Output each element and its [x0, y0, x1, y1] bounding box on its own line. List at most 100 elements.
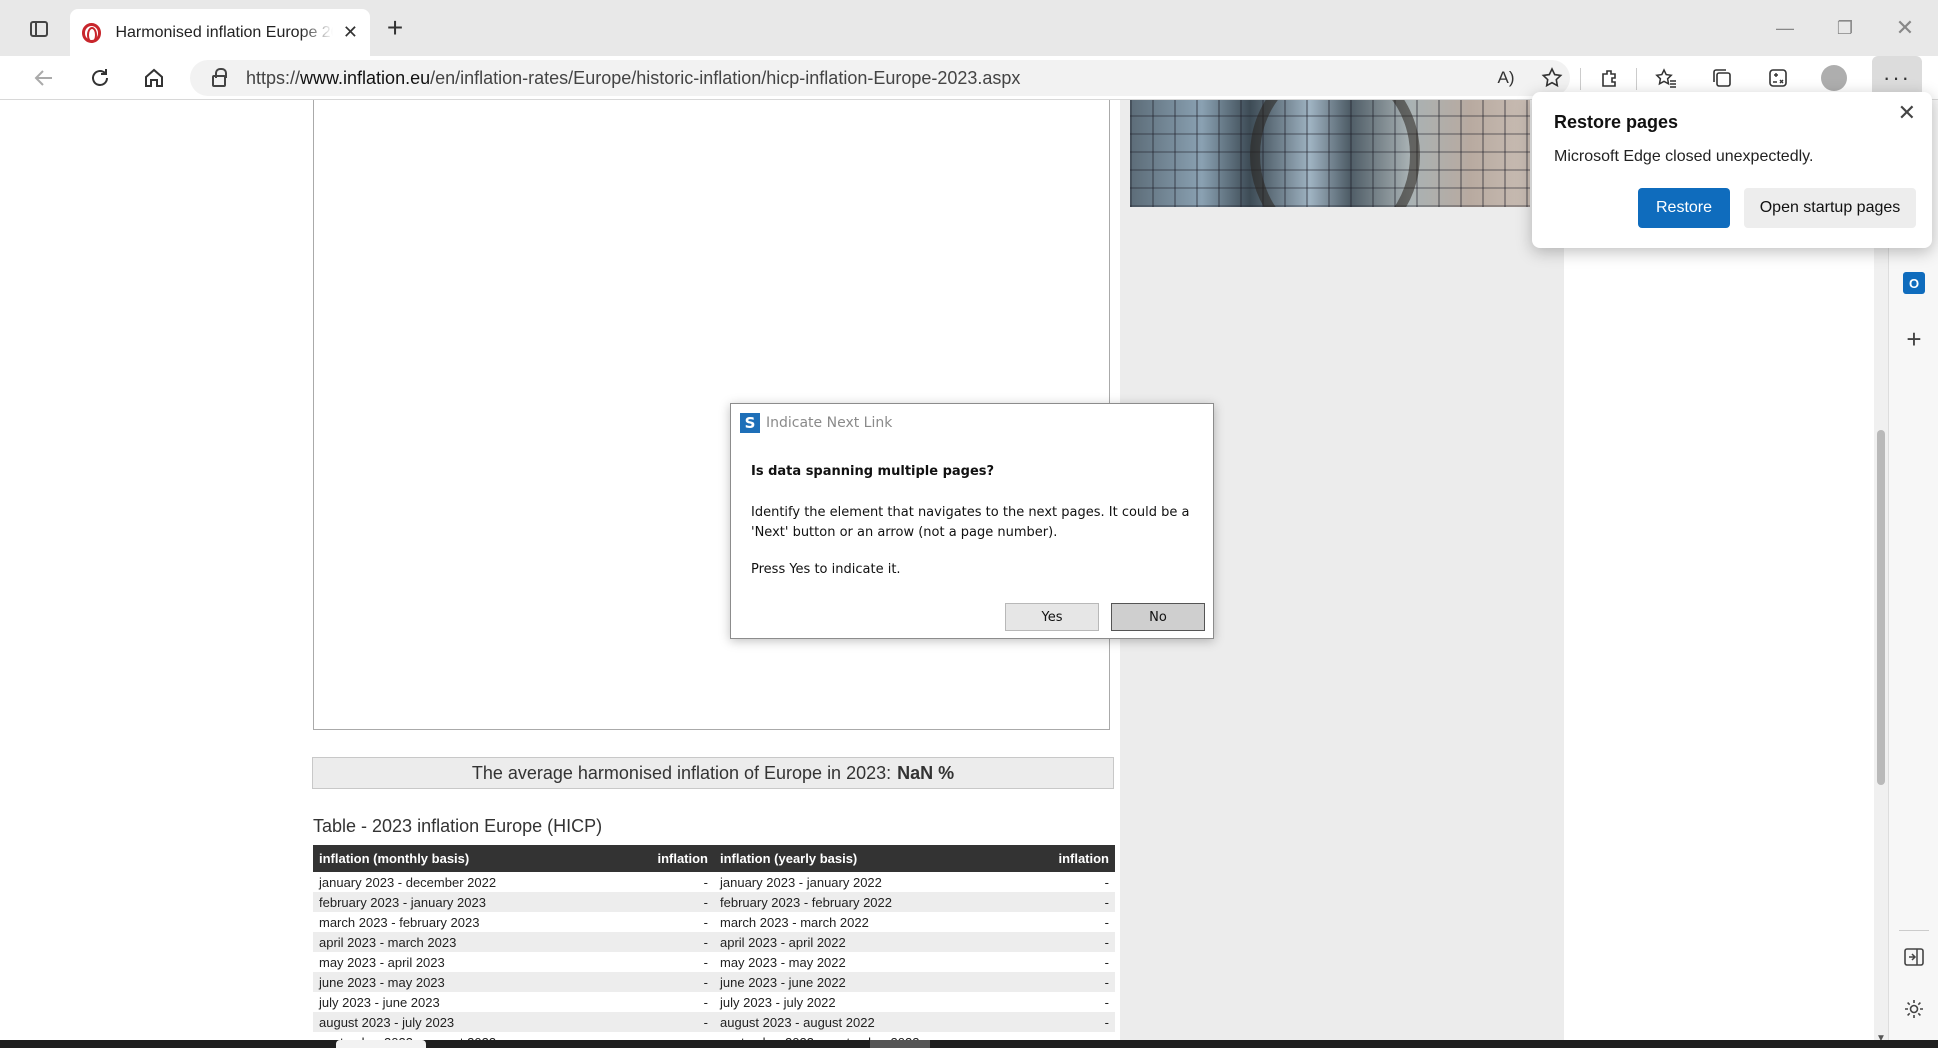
monthly-inflation-cell: - — [568, 932, 714, 952]
add-sidebar-app-button[interactable]: + — [1897, 322, 1931, 356]
restore-message: Microsoft Edge closed unexpectedly. — [1554, 148, 1814, 165]
monthly-period-cell: february 2023 - january 2023 — [313, 892, 568, 912]
yearly-period-cell: august 2023 - august 2022 — [714, 1012, 969, 1032]
yearly-inflation-cell: - — [1104, 994, 1109, 1010]
url-domain: www.inflation.eu — [300, 67, 431, 88]
average-inflation-banner: The average harmonised inflation of Euro… — [312, 757, 1114, 789]
monthly-period-cell: january 2023 - december 2022 — [319, 874, 497, 890]
monthly-period-cell: may 2023 - april 2023 — [319, 954, 445, 970]
tab-close-icon[interactable]: ✕ — [343, 22, 358, 43]
indicate-next-link-dialog: S Indicate Next Link Is data spanning mu… — [730, 403, 1214, 639]
restore-pages-popup: ✕ Restore pages Microsoft Edge closed un… — [1532, 92, 1932, 248]
dialog-titlebar[interactable]: S Indicate Next Link — [731, 404, 1213, 442]
tab-title: Harmonised inflation Europe 2023 — [115, 23, 332, 41]
table-row: march 2023 - february 2023- march 2023 - … — [313, 912, 1115, 932]
studio-logo-icon: S — [740, 413, 760, 433]
yearly-inflation-cell: - — [969, 972, 1115, 992]
inflation-eu-favicon-icon — [82, 22, 102, 43]
table-row: may 2023 - april 2023 - may 2023 - may 202… — [313, 952, 1115, 972]
favorites-icon[interactable] — [1648, 60, 1684, 96]
table-row: february 2023 - january 2023- february 20… — [313, 892, 1115, 912]
inflation-table: inflation (monthly basis) inflation infl… — [313, 845, 1115, 1044]
monthly-period-cell: july 2023 - june 2023 — [319, 994, 440, 1010]
column-header-yearly: inflation (yearly basis) — [714, 845, 969, 872]
monthly-period-cell: april 2023 - march 2023 — [313, 932, 568, 952]
close-window-button[interactable]: ✕ — [1882, 10, 1928, 46]
outlook-sidebar-button[interactable]: O — [1897, 266, 1931, 300]
average-value: NaN % — [897, 762, 955, 783]
monthly-period-cell: june 2023 - may 2023 — [313, 972, 568, 992]
monthly-inflation-cell: - — [703, 994, 708, 1010]
new-tab-button[interactable]: + — [378, 12, 412, 46]
restore-title: Restore pages — [1554, 112, 1679, 132]
math-solver-icon[interactable] — [1760, 60, 1796, 96]
scrollbar-thumb[interactable] — [1877, 430, 1885, 785]
tab-actions-icon — [30, 21, 48, 37]
dialog-title: Indicate Next Link — [766, 415, 893, 431]
table-row: january 2023 - december 2022- january 202… — [313, 872, 1115, 892]
hide-sidebar-icon[interactable] — [1897, 940, 1931, 974]
table-row: april 2023 - march 2023- april 2023 - apr… — [313, 932, 1115, 952]
yearly-inflation-cell: - — [969, 1012, 1115, 1032]
no-button[interactable]: No — [1111, 603, 1205, 631]
monthly-inflation-cell: - — [703, 914, 708, 930]
maximize-button[interactable]: ❐ — [1822, 10, 1868, 46]
yearly-inflation-cell: - — [969, 892, 1115, 912]
add-favorite-star-icon[interactable] — [1534, 60, 1570, 96]
column-header-monthly: inflation (monthly basis) — [313, 845, 568, 872]
table-header-row: inflation (monthly basis) inflation infl… — [313, 845, 1115, 872]
address-bar[interactable]: https://www.inflation.eu/en/inflation-ra… — [190, 60, 1570, 96]
monthly-period-cell: march 2023 - february 2023 — [319, 914, 480, 930]
monthly-inflation-cell: - — [568, 972, 714, 992]
monthly-inflation-cell: - — [703, 954, 708, 970]
close-icon[interactable]: ✕ — [1898, 100, 1916, 126]
refresh-icon[interactable] — [82, 60, 118, 96]
sidebar-divider — [1899, 930, 1929, 931]
table-row: july 2023 - june 2023- july 2023 - july 2… — [313, 992, 1115, 1012]
table-title: Table - 2023 inflation Europe (HICP) — [313, 816, 603, 836]
sidebar-settings-gear-icon[interactable] — [1897, 992, 1931, 1026]
toolbar-divider — [1636, 68, 1637, 90]
monthly-inflation-cell: - — [568, 892, 714, 912]
minimize-button[interactable]: — — [1762, 10, 1808, 46]
lock-icon[interactable] — [212, 68, 227, 87]
photo-arch — [1250, 100, 1420, 207]
profile-button[interactable] — [1816, 60, 1852, 96]
yearly-period-cell: may 2023 - may 2022 — [720, 954, 846, 970]
restore-button[interactable]: Restore — [1638, 188, 1730, 228]
url-text[interactable]: https://www.inflation.eu/en/inflation-ra… — [246, 68, 1020, 89]
yearly-period-cell: july 2023 - july 2022 — [720, 994, 836, 1010]
collections-icon[interactable] — [1704, 60, 1740, 96]
dialog-question: Is data spanning multiple pages? — [751, 464, 995, 479]
taskbar-strip — [0, 1040, 1938, 1048]
tab-actions-button[interactable] — [22, 14, 56, 44]
yearly-inflation-cell: - — [1104, 874, 1109, 890]
extensions-puzzle-icon[interactable] — [1592, 60, 1628, 96]
open-startup-pages-button[interactable]: Open startup pages — [1744, 188, 1916, 228]
tab-strip: Harmonised inflation Europe 2023 ✕ + — ❐… — [0, 0, 1938, 56]
read-aloud-icon[interactable]: A) — [1488, 60, 1524, 96]
avatar — [1821, 65, 1847, 91]
toolbar-divider — [1580, 68, 1581, 90]
building-photo — [1130, 100, 1530, 207]
column-header-monthly-inflation: inflation — [568, 845, 714, 872]
back-arrow-icon[interactable] — [26, 60, 62, 96]
monthly-inflation-cell: - — [568, 1012, 714, 1032]
average-label: The average harmonised inflation of Euro… — [471, 762, 892, 783]
taskbar-item[interactable] — [336, 1040, 426, 1048]
home-icon[interactable] — [136, 60, 172, 96]
monthly-period-cell: august 2023 - july 2023 — [313, 1012, 568, 1032]
yes-button[interactable]: Yes — [1005, 603, 1099, 631]
yearly-inflation-cell: - — [969, 932, 1115, 952]
yearly-period-cell: june 2023 - june 2022 — [714, 972, 969, 992]
yearly-period-cell: april 2023 - april 2022 — [714, 932, 969, 952]
monthly-inflation-cell: - — [703, 874, 708, 890]
outlook-icon: O — [1903, 272, 1925, 294]
yearly-inflation-cell: - — [1104, 914, 1109, 930]
active-tab[interactable]: Harmonised inflation Europe 2023 ✕ — [70, 9, 370, 56]
dialog-body: Identify the element that navigates to t… — [751, 505, 1190, 540]
yearly-period-cell: march 2023 - march 2022 — [720, 914, 869, 930]
table-row: august 2023 - july 2023- august 2023 - au… — [313, 1012, 1115, 1032]
table-row: june 2023 - may 2023- june 2023 - june 20… — [313, 972, 1115, 992]
taskbar-item[interactable] — [870, 1040, 930, 1048]
